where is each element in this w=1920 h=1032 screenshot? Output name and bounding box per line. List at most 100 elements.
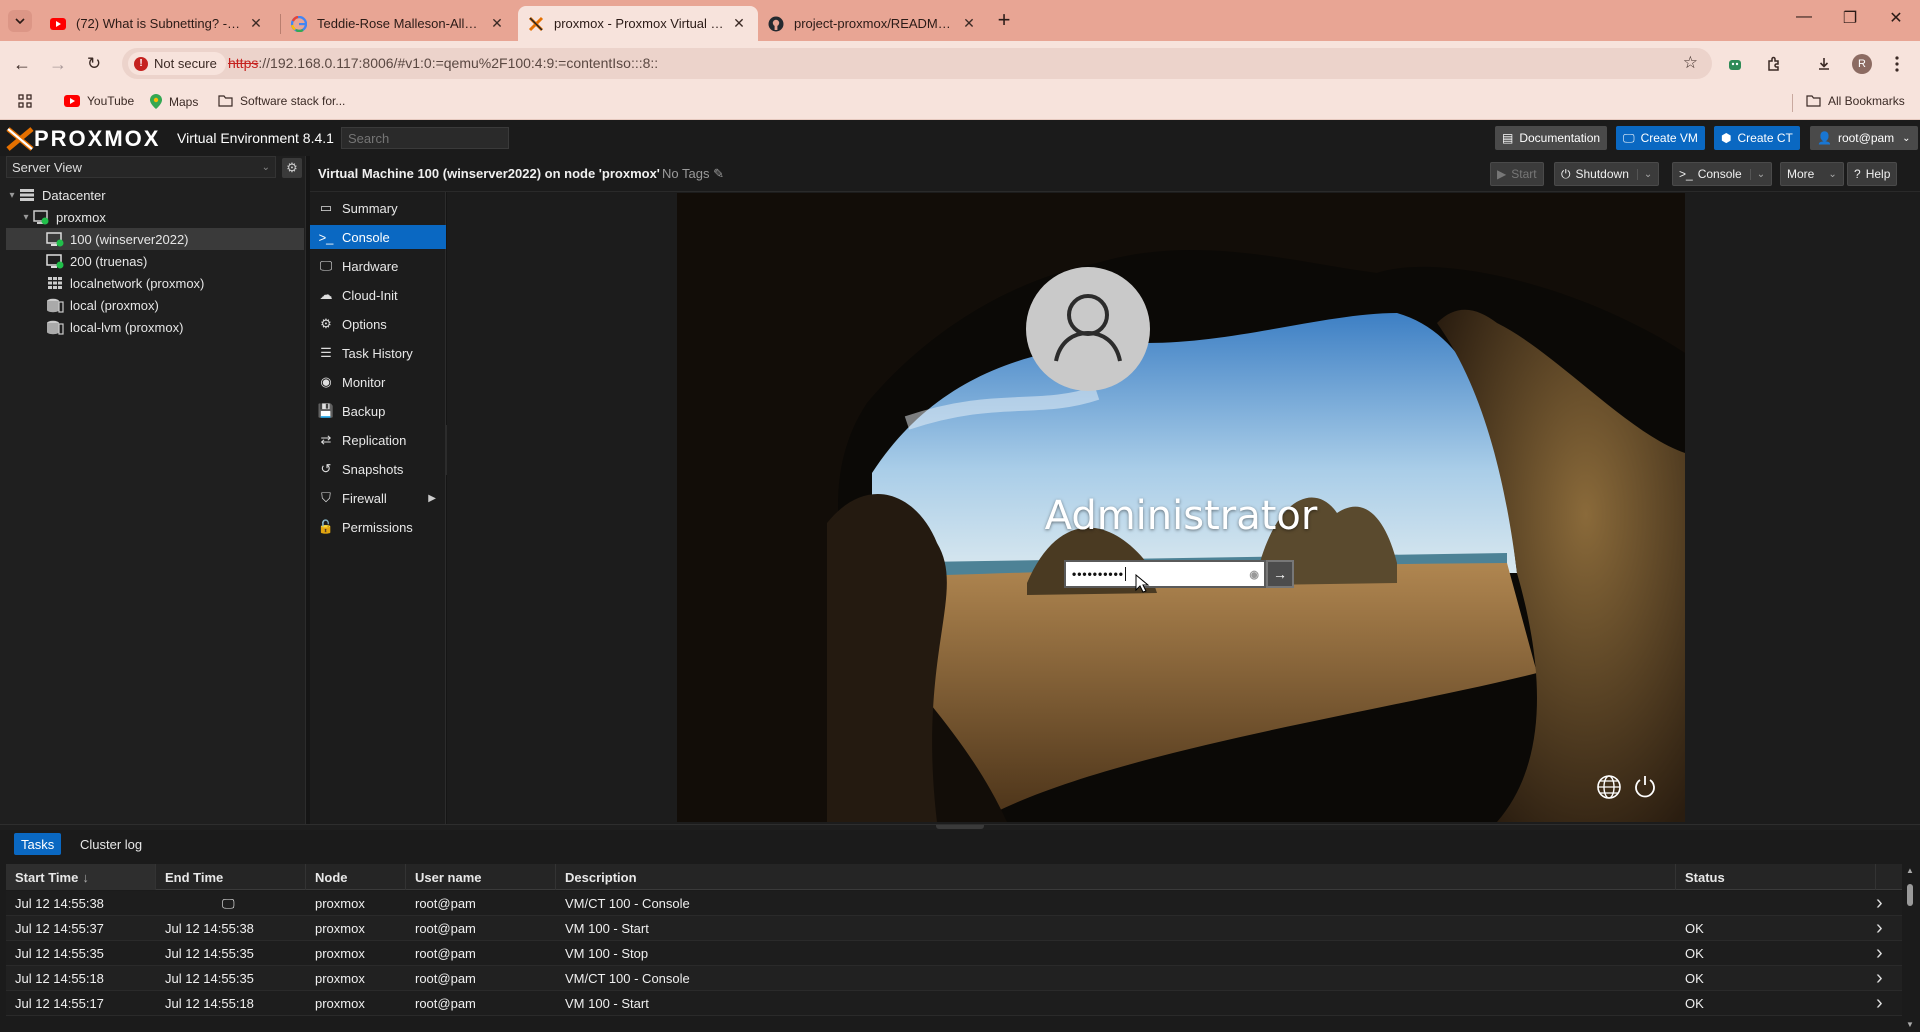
- proxmox-logo[interactable]: PROXMOX: [6, 126, 160, 152]
- tree-item-datacenter[interactable]: ▾ Datacenter: [6, 184, 304, 206]
- reveal-password-icon[interactable]: ◉: [1249, 568, 1260, 581]
- menu-item-hardware[interactable]: 🖵 Hardware: [310, 254, 446, 278]
- tree-item-storage-lvm[interactable]: local-lvm (proxmox): [6, 316, 304, 338]
- close-icon[interactable]: ✕: [247, 15, 265, 32]
- pencil-icon[interactable]: ✎: [713, 166, 724, 181]
- chevron-right-icon[interactable]: ›: [1876, 918, 1883, 938]
- power-options-icon[interactable]: [1632, 774, 1658, 800]
- menu-item-console[interactable]: >_ Console: [310, 225, 446, 249]
- table-row[interactable]: Jul 12 14:55:17 Jul 12 14:55:18 proxmox roo…: [6, 991, 1902, 1016]
- extensions-puzzle-icon[interactable]: [1763, 53, 1785, 75]
- bookmark-star-icon[interactable]: ☆: [1683, 53, 1698, 73]
- create-ct-button[interactable]: ⬢ Create CT: [1714, 126, 1800, 150]
- column-header-end-time[interactable]: End Time: [156, 864, 306, 890]
- documentation-button[interactable]: ▤ Documentation: [1495, 126, 1608, 150]
- menu-item-snapshots[interactable]: ↺ Snapshots: [310, 457, 446, 481]
- browser-tab[interactable]: project-proxmox/README.md a ✕: [758, 6, 988, 41]
- tree-item-node[interactable]: ▾ proxmox: [6, 206, 304, 228]
- menu-item-replication[interactable]: ⇄ Replication: [310, 428, 446, 452]
- tree-item-vm-200[interactable]: 200 (truenas): [6, 250, 304, 272]
- tree-item-storage-local[interactable]: local (proxmox): [6, 294, 304, 316]
- tree-item-vm-100[interactable]: 100 (winserver2022): [6, 228, 304, 250]
- menu-item-options[interactable]: ⚙ Options: [310, 312, 446, 336]
- restore-icon[interactable]: ❐: [1828, 8, 1872, 32]
- close-icon[interactable]: ✕: [730, 15, 748, 32]
- column-header-status[interactable]: Status: [1676, 864, 1876, 890]
- chevron-right-icon[interactable]: ›: [1876, 993, 1883, 1013]
- scrollbar-thumb[interactable]: [1907, 884, 1913, 906]
- menu-item-label: Summary: [342, 200, 398, 216]
- menu-item-cloud-init[interactable]: ☁ Cloud-Init: [310, 283, 446, 307]
- help-button[interactable]: ? Help: [1847, 162, 1898, 186]
- submit-arrow-button[interactable]: →: [1266, 560, 1294, 588]
- back-icon[interactable]: ←: [11, 53, 33, 75]
- user-menu-button[interactable]: 👤 root@pam ⌄: [1810, 126, 1918, 150]
- collapse-icon[interactable]: ▾: [20, 212, 32, 223]
- tab-tasks[interactable]: Tasks: [14, 833, 62, 855]
- browser-tab[interactable]: (72) What is Subnetting? - Subn ✕: [40, 6, 275, 41]
- close-window-icon[interactable]: ✕: [1874, 8, 1918, 32]
- extension-icon[interactable]: [1724, 53, 1746, 75]
- shutdown-button[interactable]: ⏻ Shutdown ⌄: [1554, 162, 1660, 186]
- column-header-user[interactable]: User name: [406, 864, 556, 890]
- storage-icon: [46, 297, 64, 313]
- column-header-start-time[interactable]: Start Time ↓: [6, 864, 156, 890]
- all-bookmarks[interactable]: All Bookmarks: [1806, 94, 1905, 108]
- tags-edit[interactable]: No Tags ✎: [662, 166, 724, 182]
- url-text[interactable]: https://192.168.0.117:8006/#v1:0:=qemu%2…: [228, 55, 658, 71]
- profile-avatar[interactable]: R: [1852, 54, 1872, 74]
- globe-icon[interactable]: [1596, 774, 1622, 800]
- bookmark-maps[interactable]: Maps: [150, 94, 198, 109]
- more-button[interactable]: More ⌄: [1780, 162, 1844, 186]
- browser-tab-title: Teddie-Rose Malleson-Allen - G: [317, 16, 482, 31]
- browser-tab[interactable]: Teddie-Rose Malleson-Allen - G ✕: [281, 6, 516, 41]
- table-row[interactable]: Jul 12 14:55:35 Jul 12 14:55:35 proxmox roo…: [6, 941, 1902, 966]
- forward-icon[interactable]: →: [47, 53, 69, 75]
- site-info-button[interactable]: ! Not secure: [128, 52, 226, 75]
- menu-item-monitor[interactable]: ◉ Monitor: [310, 370, 446, 394]
- chevron-down-icon[interactable]: ⌄: [1749, 168, 1765, 180]
- menu-item-permissions[interactable]: 🔓 Permissions: [310, 515, 446, 539]
- chevron-right-icon[interactable]: ›: [1876, 943, 1883, 963]
- column-header-description[interactable]: Description: [556, 864, 1676, 890]
- reload-icon[interactable]: ↻: [83, 53, 105, 75]
- address-bar[interactable]: ! Not secure https://192.168.0.117:8006/…: [122, 48, 1712, 79]
- scroll-up-icon[interactable]: ▲: [1906, 866, 1914, 875]
- start-button[interactable]: ▶ Start: [1490, 162, 1544, 186]
- tree-item-network[interactable]: localnetwork (proxmox): [6, 272, 304, 294]
- gear-icon[interactable]: ⚙: [282, 158, 302, 178]
- view-select[interactable]: Server View ⌄: [6, 156, 276, 178]
- collapse-icon[interactable]: ▾: [6, 190, 18, 201]
- new-tab-button[interactable]: +: [990, 8, 1018, 34]
- menu-item-summary[interactable]: ▭ Summary: [310, 196, 446, 220]
- menu-item-task-history[interactable]: ☰ Task History: [310, 341, 446, 365]
- table-row[interactable]: Jul 12 14:55:18 Jul 12 14:55:35 proxmox roo…: [6, 966, 1902, 991]
- create-vm-button[interactable]: 🖵 Create VM: [1616, 126, 1705, 150]
- menu-item-firewall[interactable]: ⛉ Firewall ▶: [310, 486, 446, 510]
- apps-grid-icon[interactable]: [18, 94, 32, 108]
- kebab-menu-icon[interactable]: [1886, 53, 1908, 75]
- column-header-node[interactable]: Node: [306, 864, 406, 890]
- menu-item-backup[interactable]: 💾 Backup: [310, 399, 446, 423]
- browser-tab-active[interactable]: proxmox - Proxmox Virtual Envi ✕: [518, 6, 758, 41]
- close-icon[interactable]: ✕: [488, 15, 506, 32]
- table-row[interactable]: Jul 12 14:55:37 Jul 12 14:55:38 proxmox roo…: [6, 916, 1902, 941]
- bookmark-youtube[interactable]: YouTube: [64, 94, 134, 108]
- chevron-down-icon[interactable]: ⌄: [1636, 168, 1652, 180]
- bookmark-folder[interactable]: Software stack for...: [218, 94, 345, 108]
- search-input[interactable]: [341, 127, 509, 149]
- tab-search-button[interactable]: [8, 10, 32, 32]
- download-icon[interactable]: [1813, 53, 1835, 75]
- scroll-down-icon[interactable]: ▼: [1906, 1020, 1914, 1029]
- minimize-icon[interactable]: —: [1782, 8, 1826, 32]
- vm-console-screen[interactable]: Administrator •••••••••• ◉ →: [677, 193, 1685, 822]
- console-button[interactable]: >_ Console ⌄: [1672, 162, 1773, 186]
- close-icon[interactable]: ✕: [960, 15, 978, 32]
- chevron-right-icon[interactable]: ›: [1876, 968, 1883, 988]
- table-row[interactable]: Jul 12 14:55:38 🖵 proxmox root@pam VM/CT 100…: [6, 891, 1902, 916]
- log-scrollbar[interactable]: ▲ ▼: [1902, 864, 1920, 1032]
- password-field[interactable]: •••••••••• ◉: [1064, 560, 1266, 588]
- splitter-grip[interactable]: [936, 825, 984, 829]
- tab-cluster-log[interactable]: Cluster log: [73, 833, 149, 855]
- chevron-right-icon[interactable]: ›: [1876, 893, 1883, 913]
